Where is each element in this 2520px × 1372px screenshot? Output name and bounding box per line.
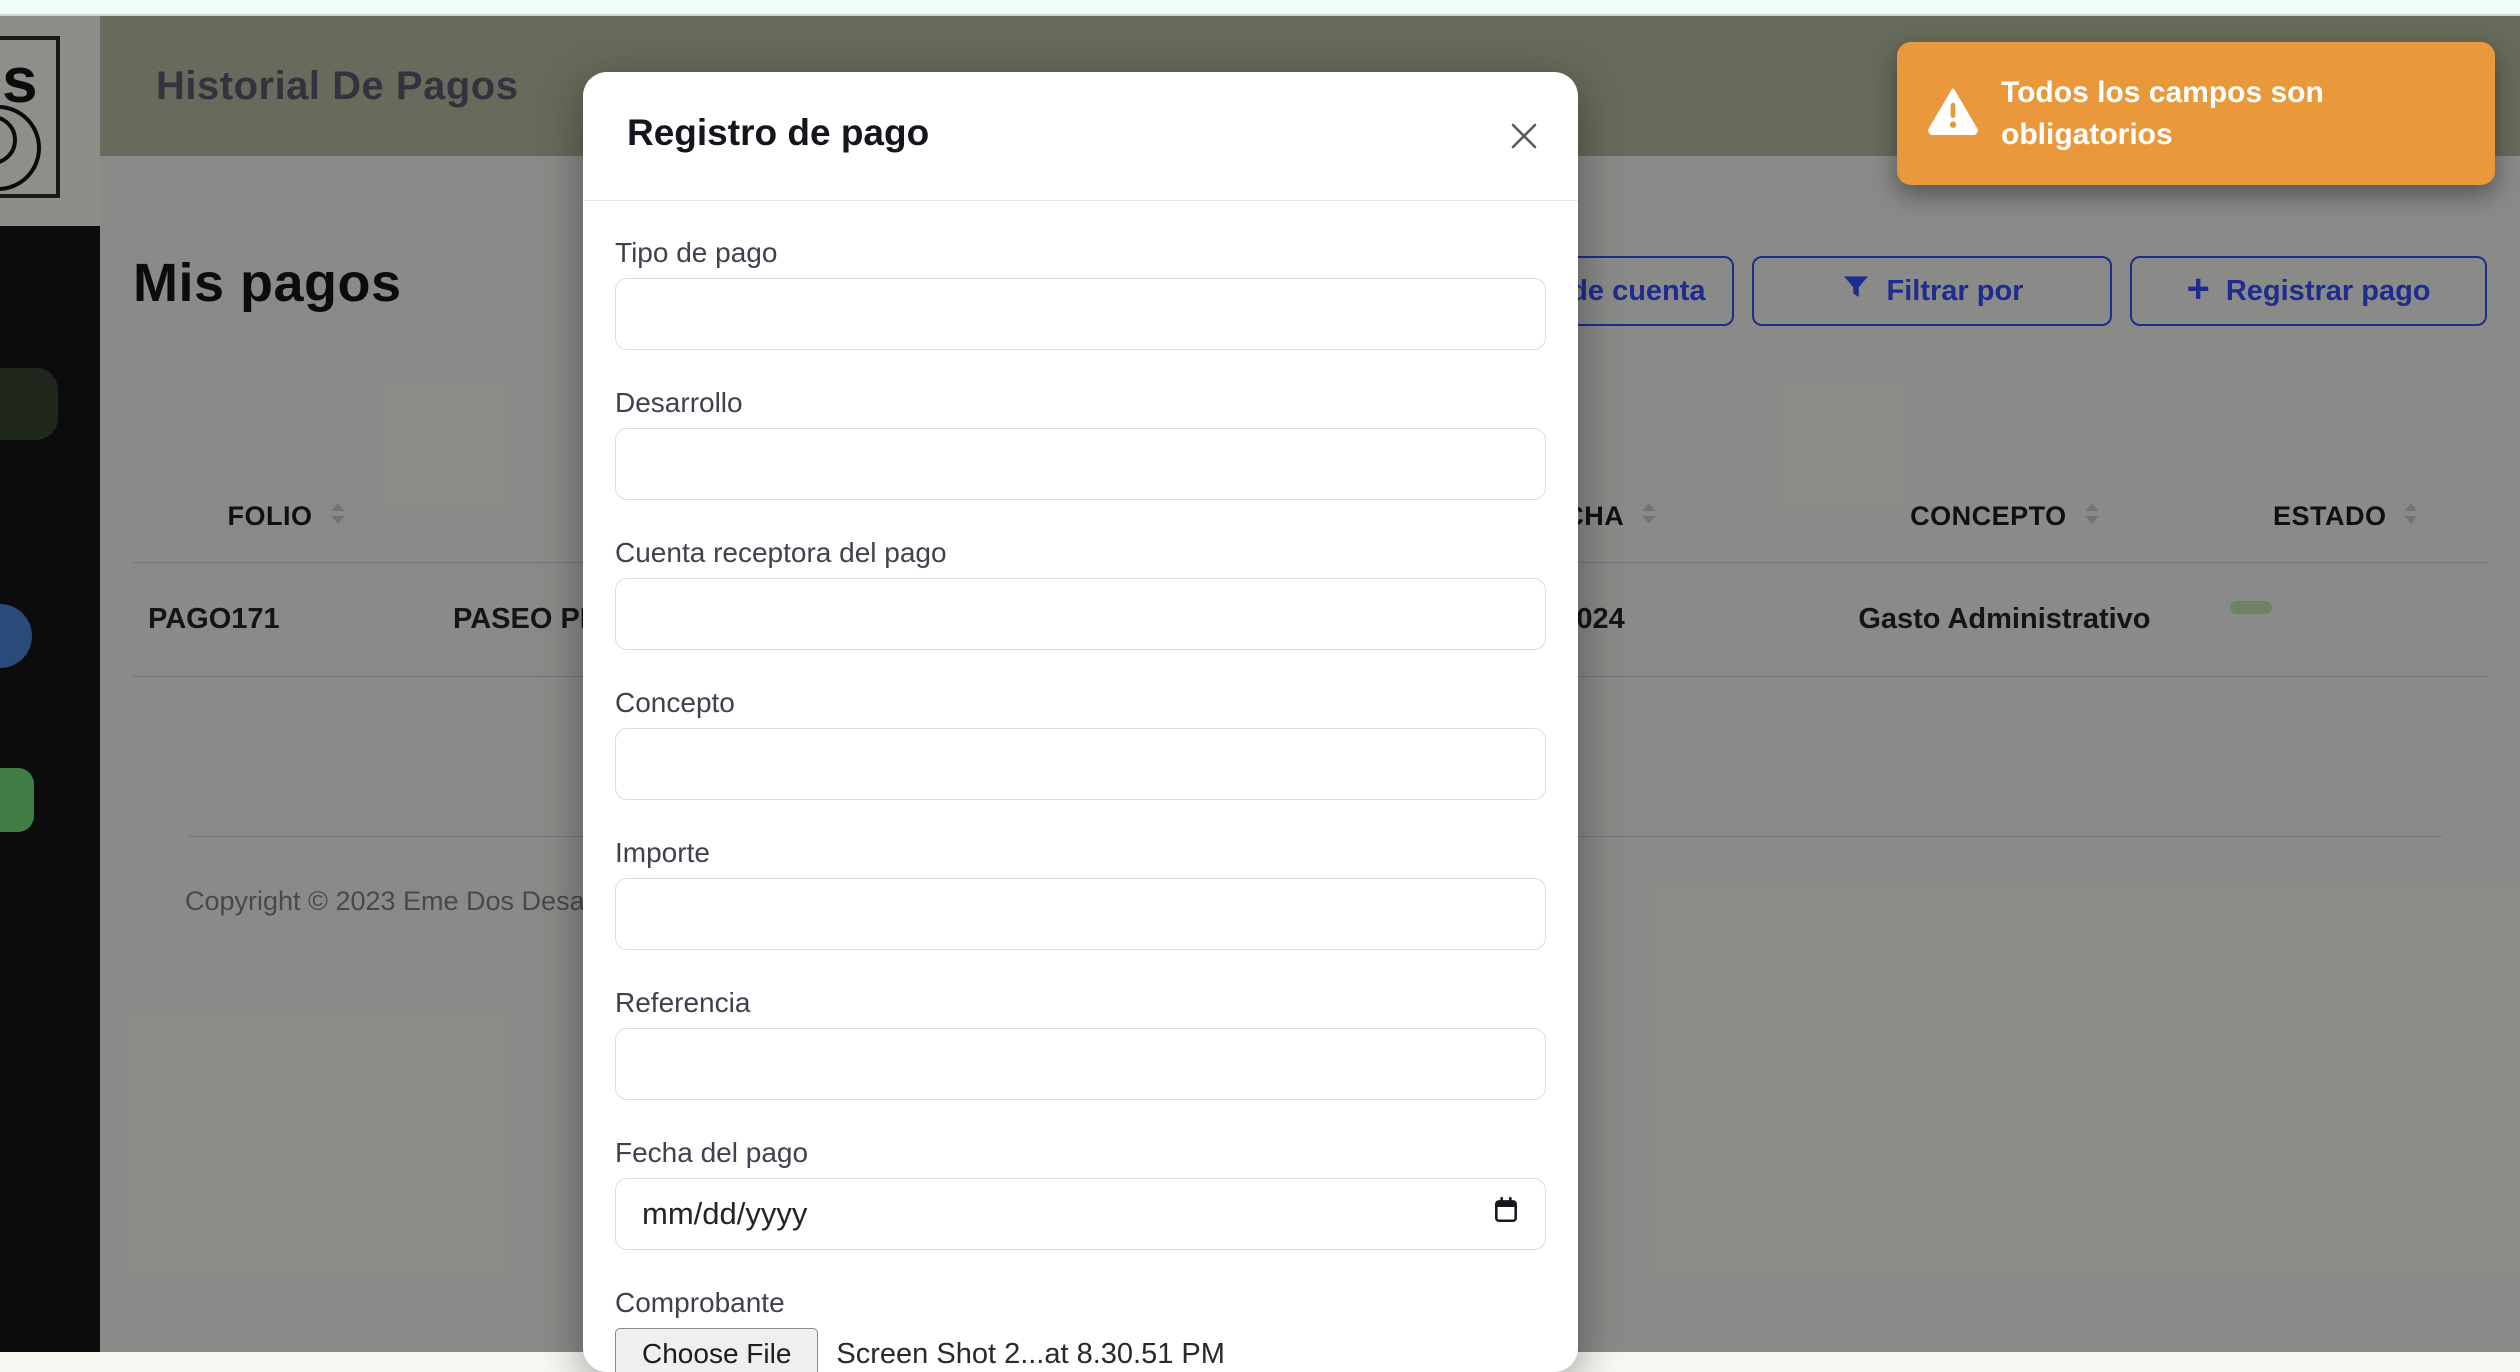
toast-message: Todos los campos son obligatorios (2001, 72, 2421, 156)
concepto-input[interactable] (615, 728, 1546, 800)
choose-file-button[interactable]: Choose File (615, 1328, 818, 1372)
calendar-icon[interactable] (1493, 1196, 1519, 1232)
field-importe: Importe (615, 835, 1546, 950)
field-concepto: Concepto (615, 685, 1546, 800)
tipo-de-pago-input[interactable] (615, 278, 1546, 350)
cuenta-receptora-label: Cuenta receptora del pago (615, 535, 1546, 570)
modal-title: Registro de pago (627, 112, 1538, 154)
importe-label: Importe (615, 835, 1546, 870)
tipo-de-pago-label: Tipo de pago (615, 235, 1546, 270)
top-accent-strip (0, 0, 2520, 16)
file-name-text: Screen Shot 2...at 8.30.51 PM (836, 1338, 1225, 1371)
comprobante-label: Comprobante (615, 1285, 1546, 1320)
date-placeholder: mm/dd/yyyy (642, 1196, 807, 1232)
fecha-del-pago-label: Fecha del pago (615, 1135, 1546, 1170)
modal-body: Tipo de pago Desarrollo Cuenta receptora… (583, 201, 1578, 1372)
field-fecha-del-pago: Fecha del pago mm/dd/yyyy (615, 1135, 1546, 1250)
desarrollo-input[interactable] (615, 428, 1546, 500)
modal-header: Registro de pago (583, 72, 1578, 201)
field-comprobante: Comprobante Choose File Screen Shot 2...… (615, 1285, 1546, 1372)
desarrollo-label: Desarrollo (615, 385, 1546, 420)
field-referencia: Referencia (615, 985, 1546, 1100)
warning-triangle-icon (1927, 87, 1979, 140)
concepto-label: Concepto (615, 685, 1546, 720)
field-cuenta-receptora: Cuenta receptora del pago (615, 535, 1546, 650)
fecha-del-pago-input[interactable]: mm/dd/yyyy (615, 1178, 1546, 1250)
importe-input[interactable] (615, 878, 1546, 950)
close-icon[interactable] (1504, 116, 1544, 156)
referencia-label: Referencia (615, 985, 1546, 1020)
referencia-input[interactable] (615, 1028, 1546, 1100)
field-desarrollo: Desarrollo (615, 385, 1546, 500)
cuenta-receptora-input[interactable] (615, 578, 1546, 650)
file-input[interactable]: Choose File Screen Shot 2...at 8.30.51 P… (615, 1328, 1546, 1372)
field-tipo-de-pago: Tipo de pago (615, 235, 1546, 350)
warning-toast: Todos los campos son obligatorios (1897, 42, 2495, 185)
registro-de-pago-modal: Registro de pago Tipo de pago Desarrollo… (583, 72, 1578, 1372)
